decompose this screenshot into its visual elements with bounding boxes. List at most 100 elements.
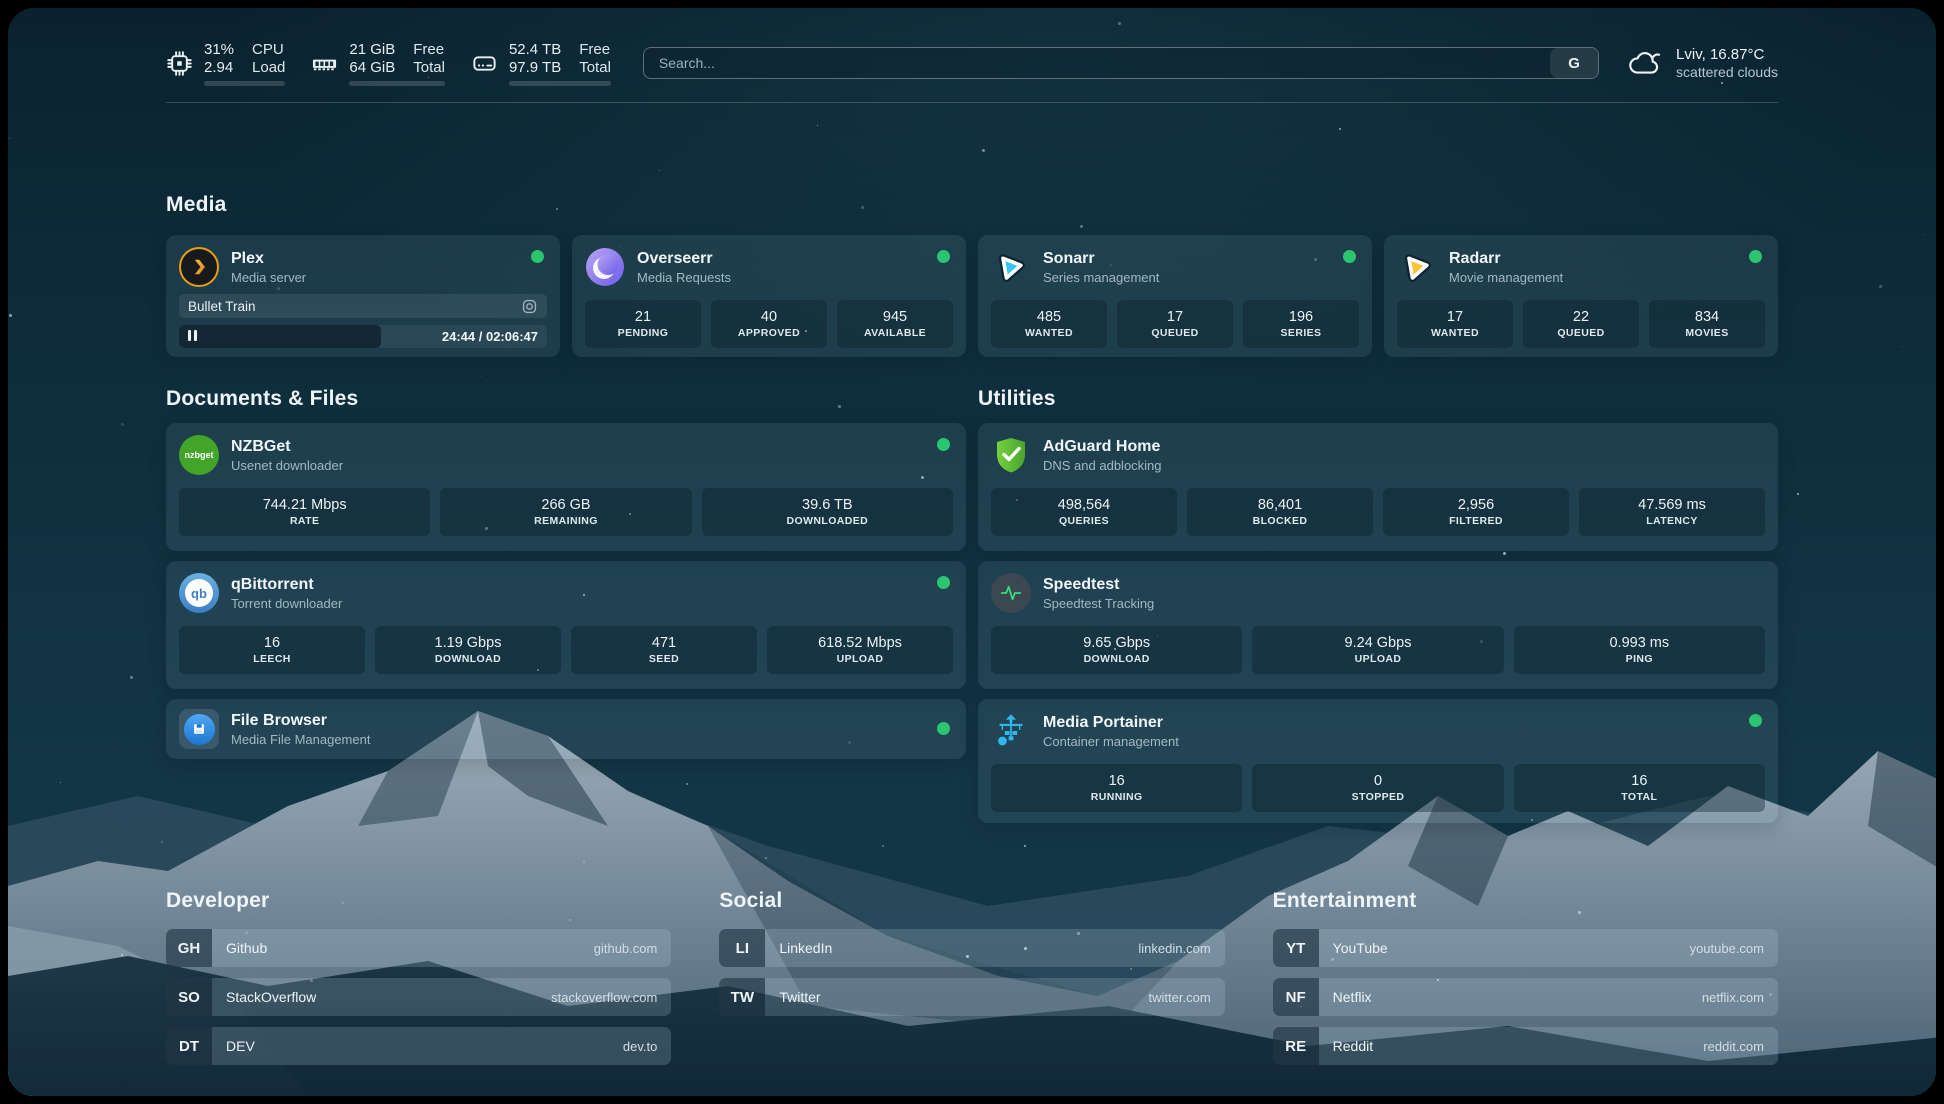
status-dot	[937, 438, 950, 451]
cpu-label: CPU	[252, 41, 285, 58]
search-input[interactable]	[644, 55, 1550, 71]
nzbget-icon: nzbget	[179, 435, 219, 475]
memory-total-label: Total	[413, 59, 445, 76]
stat-row: 744.21 MbpsRATE266 GBREMAINING39.6 TBDOW…	[179, 488, 953, 536]
stat-label: WANTED	[1025, 327, 1073, 339]
bookmark-link[interactable]: RERedditreddit.com	[1273, 1027, 1778, 1065]
memory-total-value: 64 GiB	[349, 59, 395, 76]
disk-free-value: 52.4 TB	[509, 41, 561, 58]
section-title-documents: Documents & Files	[166, 387, 966, 411]
stat-value: 9.24 Gbps	[1345, 635, 1412, 651]
stat-box: 1.19 GbpsDOWNLOAD	[375, 626, 561, 674]
bookmark-name: YouTube	[1333, 940, 1388, 956]
search-bar: G	[643, 47, 1599, 79]
stat-label: UPLOAD	[837, 653, 884, 665]
card-radarr[interactable]: Radarr Movie management 17WANTED22QUEUED…	[1384, 235, 1778, 357]
bookmark-abbr: SO	[166, 978, 212, 1016]
disk-widget: 52.4 TB 97.9 TB Free Total	[471, 41, 611, 86]
stat-box: 17 WANTED	[1397, 300, 1513, 348]
bookmark-url: netflix.com	[1702, 990, 1764, 1005]
card-qbittorrent[interactable]: qb qBittorrent Torrent downloader 16LEEC…	[166, 561, 966, 689]
bookmark-list: GHGithubgithub.com SOStackOverflowstackov…	[166, 929, 671, 1065]
memory-free-label: Free	[413, 41, 445, 58]
section-title-developer: Developer	[166, 889, 671, 913]
cpu-progress-track	[204, 81, 285, 86]
stat-label: QUERIES	[1059, 515, 1109, 527]
cpu-load-label: Load	[252, 59, 285, 76]
playback-progress-bar: 24:44 / 02:06:47	[179, 325, 547, 348]
bookmarks-grid: Developer GHGithubgithub.com SOStackOverf…	[166, 889, 1778, 1065]
bookmark-abbr: YT	[1273, 929, 1319, 967]
header-divider	[166, 102, 1778, 103]
stat-value: 2,956	[1458, 497, 1494, 513]
bookmark-group-entertainment: Entertainment YT YouTube youtube.com NFNetf…	[1273, 889, 1778, 1065]
stat-value: 40	[761, 309, 777, 325]
card-adguard[interactable]: AdGuard Home DNS and adblocking 498,564Q…	[978, 423, 1778, 551]
now-playing-bar: Bullet Train	[179, 294, 547, 318]
search-provider-button[interactable]: G	[1550, 48, 1598, 78]
now-playing-title: Bullet Train	[188, 299, 256, 314]
bookmark-group-developer: Developer GHGithubgithub.com SOStackOverf…	[166, 889, 671, 1065]
stat-value: 17	[1447, 309, 1463, 325]
card-subtitle: Media File Management	[231, 732, 370, 747]
stat-box: 744.21 MbpsRATE	[179, 488, 430, 536]
stat-label: WANTED	[1431, 327, 1479, 339]
bookmark-link[interactable]: GHGithubgithub.com	[166, 929, 671, 967]
status-dot	[937, 722, 950, 735]
card-nzbget[interactable]: nzbget NZBGet Usenet downloader 744.21 M…	[166, 423, 966, 551]
card-speedtest[interactable]: Speedtest Speedtest Tracking 9.65 GbpsDO…	[978, 561, 1778, 689]
bookmark-url: youtube.com	[1690, 941, 1764, 956]
plex-icon	[179, 247, 219, 287]
bookmark-link[interactable]: YT YouTube youtube.com	[1273, 929, 1778, 967]
card-subtitle: Media server	[231, 270, 306, 285]
card-overseerr[interactable]: Overseerr Media Requests 21PENDING40APPR…	[572, 235, 966, 357]
status-dot	[937, 576, 950, 589]
card-sonarr[interactable]: Sonarr Series management 485WANTED17QUEU…	[978, 235, 1372, 357]
stat-row: 21PENDING40APPROVED945AVAILABLE	[585, 300, 953, 348]
stat-box: 0.993 msPING	[1514, 626, 1765, 674]
stat-box: 9.24 Gbps UPLOAD	[1252, 626, 1503, 674]
stat-label: UPLOAD	[1355, 653, 1402, 665]
stat-label: QUEUED	[1151, 327, 1198, 339]
stat-label: MOVIES	[1685, 327, 1728, 339]
bookmark-url: twitter.com	[1149, 990, 1211, 1005]
stat-value: 834	[1695, 309, 1719, 325]
speedtest-icon	[991, 573, 1031, 613]
bookmark-abbr: TW	[719, 978, 765, 1016]
stat-value: 39.6 TB	[802, 497, 853, 513]
gear-icon[interactable]	[521, 298, 538, 315]
stat-box: 196SERIES	[1243, 300, 1359, 348]
filebrowser-icon	[179, 709, 219, 749]
stat-value: 21	[635, 309, 651, 325]
card-plex[interactable]: Plex Media server Bullet Train	[166, 235, 560, 357]
bookmark-url: stackoverflow.com	[551, 990, 657, 1005]
bookmark-abbr: GH	[166, 929, 212, 967]
disk-progress-track	[509, 81, 611, 86]
stat-label: FILTERED	[1449, 515, 1503, 527]
stat-label: DOWNLOAD	[435, 653, 501, 665]
cpu-usage-value: 31%	[204, 41, 234, 58]
stat-label: TOTAL	[1621, 791, 1657, 803]
stat-box: 16LEECH	[179, 626, 365, 674]
section-title-entertainment: Entertainment	[1273, 889, 1778, 913]
bookmark-link[interactable]: NFNetflixnetflix.com	[1273, 978, 1778, 1016]
stat-value: 9.65 Gbps	[1083, 635, 1150, 651]
stat-value: 47.569 ms	[1638, 497, 1706, 513]
stat-row: 498,564QUERIES86,401BLOCKED2,956FILTERED…	[991, 488, 1765, 536]
section-title-media: Media	[166, 193, 1778, 217]
status-dot	[531, 250, 544, 263]
bookmark-link[interactable]: LILinkedInlinkedin.com	[719, 929, 1224, 967]
card-title: Speedtest	[1043, 576, 1154, 594]
bookmark-link[interactable]: DTDEVdev.to	[166, 1027, 671, 1065]
card-filebrowser[interactable]: File Browser Media File Management	[166, 699, 966, 759]
qbittorrent-icon: qb	[179, 573, 219, 613]
stat-box: 22QUEUED	[1523, 300, 1639, 348]
stat-label: BLOCKED	[1253, 515, 1308, 527]
card-portainer[interactable]: Media Portainer Container management 16R…	[978, 699, 1778, 823]
stat-box: 266 GBREMAINING	[440, 488, 691, 536]
cpu-chip-icon	[166, 50, 193, 77]
stat-value: 266 GB	[541, 497, 590, 513]
stat-box: 17QUEUED	[1117, 300, 1233, 348]
bookmark-link[interactable]: TWTwittertwitter.com	[719, 978, 1224, 1016]
bookmark-link[interactable]: SOStackOverflowstackoverflow.com	[166, 978, 671, 1016]
